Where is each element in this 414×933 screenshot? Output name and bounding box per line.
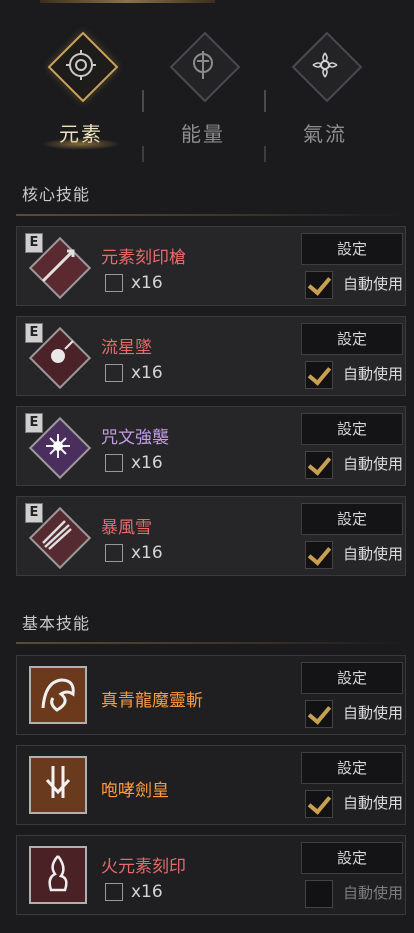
count-value: x16 — [131, 363, 163, 383]
auto-use-label: 自動使用 — [343, 455, 404, 473]
compass-icon — [66, 50, 96, 80]
skill-name: 咆哮劍皇 — [101, 781, 169, 801]
tab-label: 氣流 — [303, 122, 347, 146]
tab-divider — [264, 90, 266, 112]
fire-hand-icon — [48, 855, 68, 892]
settings-button[interactable]: 設定 — [301, 413, 403, 445]
count-value: x16 — [131, 543, 163, 563]
active-glow — [41, 138, 121, 150]
skill-name: 元素刻印槍 — [101, 248, 186, 268]
skill-card: E 暴風雪 x16 設定 自動使用 — [16, 496, 406, 576]
auto-use-label: 自動使用 — [343, 275, 404, 293]
rune-icon — [105, 274, 123, 292]
rune-icon — [105, 883, 123, 901]
settings-button[interactable]: 設定 — [301, 752, 403, 784]
skill-count: x16 — [105, 273, 163, 293]
rune-icon — [105, 454, 123, 472]
skill-count: x16 — [105, 363, 163, 383]
skill-count: x16 — [105, 453, 163, 473]
auto-use-label: 自動使用 — [343, 365, 404, 383]
skill-card: E 咒文強襲 x16 設定 自動使用 — [16, 406, 406, 486]
count-value: x16 — [131, 453, 163, 473]
auto-use-checkbox[interactable] — [305, 790, 333, 818]
auto-use-checkbox[interactable] — [305, 700, 333, 728]
section-divider — [16, 214, 406, 216]
auto-use-checkbox[interactable] — [305, 451, 333, 479]
auto-use-checkbox[interactable] — [305, 361, 333, 389]
skill-icon — [29, 846, 87, 904]
tab-energy[interactable]: 能量 — [158, 28, 248, 148]
tab-divider — [142, 90, 144, 112]
settings-button[interactable]: 設定 — [301, 323, 403, 355]
equipped-badge: E — [25, 323, 43, 343]
count-value: x16 — [131, 273, 163, 293]
settings-button[interactable]: 設定 — [301, 233, 403, 265]
skill-icon — [29, 756, 87, 814]
settings-button[interactable]: 設定 — [301, 662, 403, 694]
section-divider — [16, 642, 406, 644]
tab-label: 能量 — [181, 122, 225, 146]
dragon-icon — [41, 678, 75, 712]
tab-element[interactable]: 元素 — [36, 28, 126, 150]
category-tabs: 元素 能量 氣流 — [0, 28, 414, 162]
equipped-badge: E — [25, 413, 43, 433]
auto-use-checkbox[interactable] — [305, 880, 333, 908]
skill-name: 暴風雪 — [101, 518, 152, 538]
settings-button[interactable]: 設定 — [301, 503, 403, 535]
tab-divider — [264, 146, 266, 162]
skill-name: 咒文強襲 — [101, 428, 169, 448]
rune-icon — [105, 544, 123, 562]
skill-count: x16 — [105, 543, 163, 563]
auto-use-checkbox[interactable] — [305, 541, 333, 569]
settings-button[interactable]: 設定 — [301, 842, 403, 874]
tab-airflow[interactable]: 氣流 — [280, 28, 370, 148]
skill-icon — [29, 666, 87, 724]
blade-icon — [45, 766, 71, 798]
section-title-core: 核心技能 — [22, 185, 91, 204]
skill-name: 真青龍魔靈斬 — [101, 691, 203, 711]
auto-use-label: 自動使用 — [343, 794, 404, 812]
equipped-badge: E — [25, 503, 43, 523]
skill-count: x16 — [105, 882, 163, 902]
top-divider — [40, 0, 215, 3]
skill-card: E 流星墜 x16 設定 自動使用 — [16, 316, 406, 396]
auto-use-label: 自動使用 — [343, 704, 404, 722]
auto-use-label: 自動使用 — [343, 884, 404, 902]
skill-card: 咆哮劍皇 設定 自動使用 — [16, 745, 406, 825]
tab-divider — [142, 146, 144, 162]
flower-icon — [312, 52, 338, 78]
skill-name: 火元素刻印 — [101, 857, 186, 877]
rune-icon — [105, 364, 123, 382]
count-value: x16 — [131, 882, 163, 902]
skill-card: 真青龍魔靈斬 設定 自動使用 — [16, 655, 406, 735]
auto-use-checkbox[interactable] — [305, 271, 333, 299]
skill-card: 火元素刻印 x16 設定 自動使用 — [16, 835, 406, 915]
skill-card: E 元素刻印槍 x16 設定 自動使用 — [16, 226, 406, 306]
auto-use-label: 自動使用 — [343, 545, 404, 563]
skill-name: 流星墜 — [101, 338, 152, 358]
section-title-basic: 基本技能 — [22, 614, 91, 633]
sword-icon — [193, 51, 213, 79]
equipped-badge: E — [25, 233, 43, 253]
